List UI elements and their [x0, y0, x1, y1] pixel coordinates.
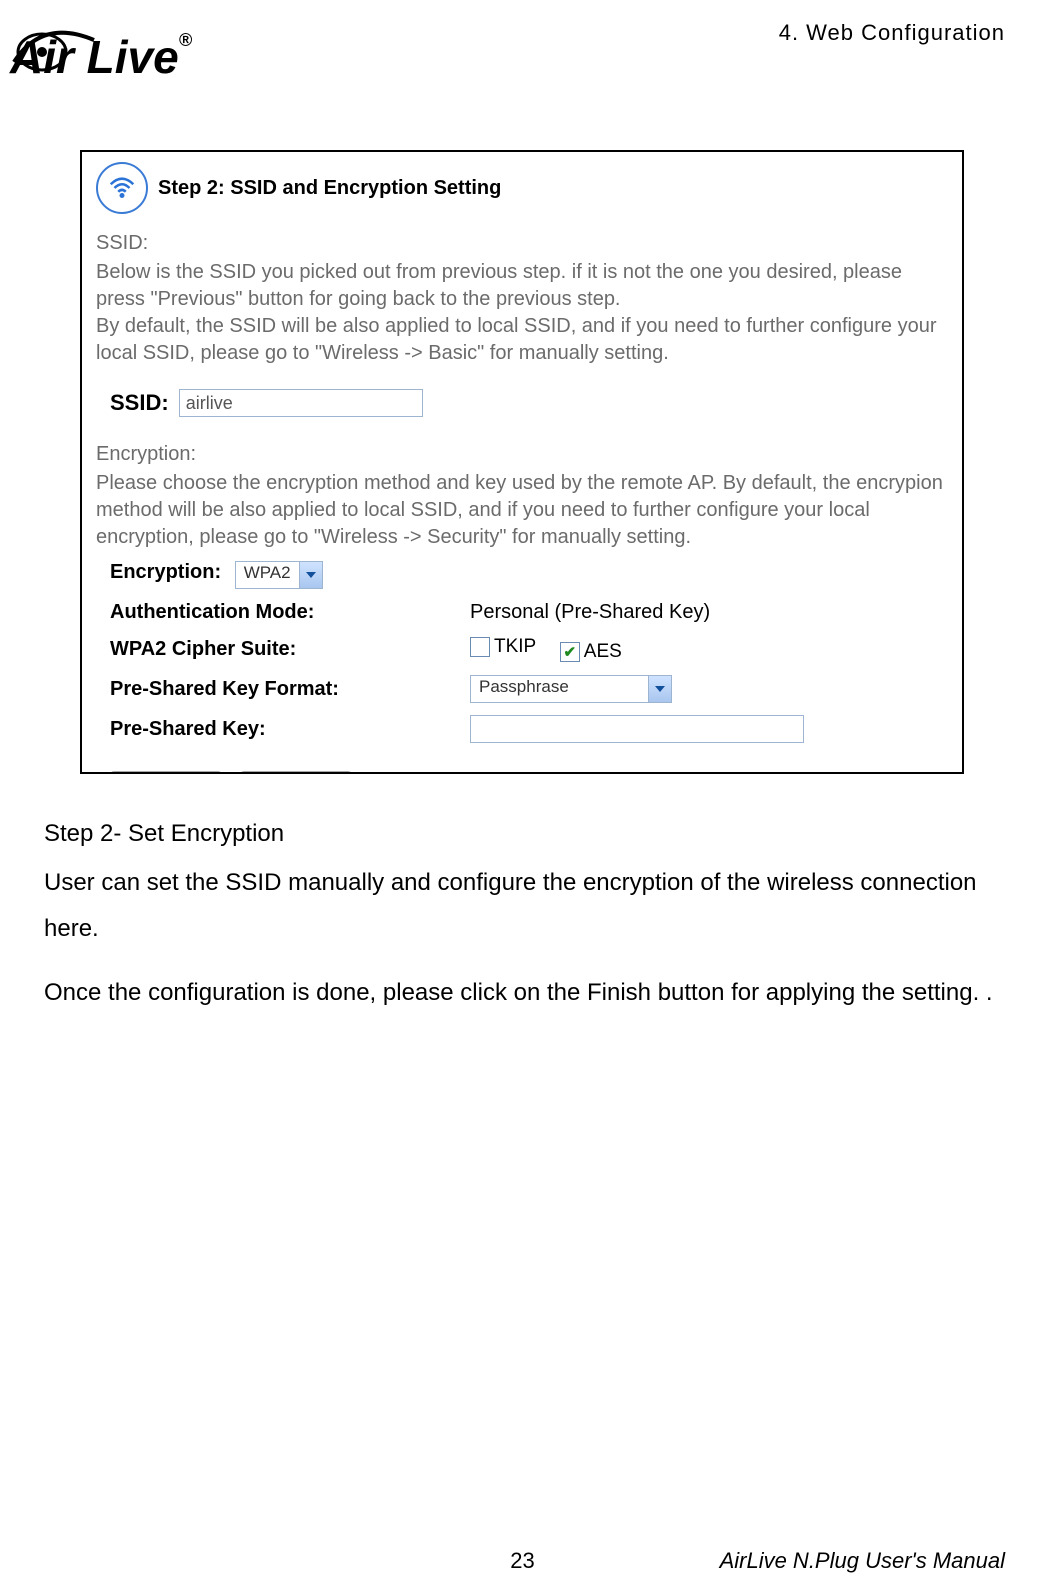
wifi-icon: [96, 162, 148, 214]
encryption-label: Encryption:: [110, 561, 221, 583]
ssid-heading: SSID:: [96, 232, 948, 255]
paragraph-1: User can set the SSID manually and confi…: [44, 860, 1005, 951]
encryption-heading: Encryption:: [96, 443, 948, 466]
tkip-label: TKIP: [494, 636, 536, 658]
ssid-description: Below is the SSID you picked out from pr…: [96, 259, 948, 367]
auth-mode-label: Authentication Mode:: [110, 601, 470, 624]
brand-logo: Air Live®: [10, 30, 192, 84]
encryption-select[interactable]: WPA2: [235, 561, 323, 589]
chevron-down-icon: [299, 562, 322, 588]
step-title: Step 2: SSID and Encryption Setting: [158, 177, 501, 200]
config-screenshot: Step 2: SSID and Encryption Setting SSID…: [80, 150, 964, 774]
psk-format-label: Pre-Shared Key Format:: [110, 678, 470, 701]
encryption-description: Please choose the encryption method and …: [96, 470, 948, 551]
cipher-suite-label: WPA2 Cipher Suite:: [110, 638, 470, 661]
paragraph-2: Once the configuration is done, please c…: [44, 970, 1005, 1016]
psk-input[interactable]: [470, 715, 804, 743]
finish-button[interactable]: Finish: [240, 771, 352, 774]
step-heading: Step 2- Set Encryption: [44, 820, 1005, 848]
encryption-value: WPA2: [236, 562, 299, 588]
logo-text: Air Live: [10, 31, 179, 83]
registered-icon: ®: [179, 30, 192, 50]
manual-title: AirLive N.Plug User's Manual: [720, 1548, 1005, 1574]
psk-label: Pre-Shared Key:: [110, 718, 470, 741]
aes-label: AES: [584, 641, 622, 663]
section-header: 4. Web Configuration: [779, 20, 1005, 46]
aes-checkbox[interactable]: AES: [560, 641, 622, 663]
ssid-label: SSID:: [110, 390, 169, 416]
chevron-down-icon: [648, 676, 671, 702]
auth-mode-value: Personal (Pre-Shared Key): [470, 601, 830, 624]
previous-button[interactable]: Previous: [110, 771, 222, 774]
psk-format-value: Passphrase: [471, 676, 577, 702]
checkbox-icon: [470, 637, 490, 657]
ssid-input[interactable]: [179, 389, 423, 417]
tkip-checkbox[interactable]: TKIP: [470, 636, 536, 658]
checkbox-checked-icon: [560, 642, 580, 662]
psk-format-select[interactable]: Passphrase: [470, 675, 672, 703]
